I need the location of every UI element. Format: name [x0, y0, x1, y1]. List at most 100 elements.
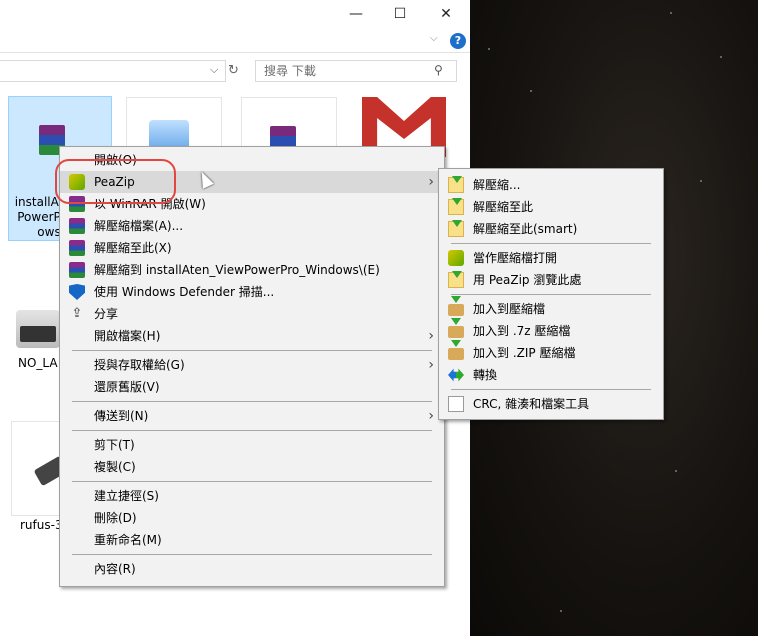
chevron-right-icon: › — [428, 328, 434, 344]
menu-item-label: 複製(C) — [94, 460, 136, 474]
menu-item-a-3[interactable]: 解壓縮檔案(A)... — [60, 215, 444, 237]
star-speck — [670, 12, 672, 14]
menu-item-r-22[interactable]: 內容(R) — [60, 558, 444, 580]
menu-item-h-8[interactable]: 開啟檔案(H) › — [60, 325, 444, 347]
menu-item-label: 剪下(T) — [94, 438, 135, 452]
menu-item-label: 加入到 .ZIP 壓縮檔 — [473, 346, 576, 360]
menu-item-item-10[interactable]: 轉換 — [439, 364, 663, 386]
menu-item-label: 刪除(D) — [94, 511, 137, 525]
ribbon-divider — [0, 52, 470, 53]
menu-item-x-4[interactable]: 解壓縮至此(X) — [60, 237, 444, 259]
peazip-submenu: 解壓縮... 解壓縮至此解壓縮至此(smart) 當作壓縮檔打開用 PeaZip 瀏… — [438, 168, 664, 420]
menu-item-c-16[interactable]: 複製(C) — [60, 456, 444, 478]
menu-item-label: 還原舊版(V) — [94, 380, 160, 394]
menu-item-item-0[interactable]: 解壓縮... — [439, 174, 663, 196]
minimize-button[interactable]: — — [341, 2, 371, 26]
menu-item-label: 傳送到(N) — [94, 409, 149, 423]
menu-item-label: 使用 Windows Defender 掃描... — [94, 285, 275, 299]
menu-item-item-4[interactable]: 當作壓縮檔打開 — [439, 247, 663, 269]
menu-item-t-15[interactable]: 剪下(T) — [60, 434, 444, 456]
chevron-right-icon: › — [428, 357, 434, 373]
menu-item-item-7[interactable]: 加入到壓縮檔 — [439, 296, 663, 320]
menu-item-label: 解壓縮檔案(A)... — [94, 219, 184, 233]
menu-item-g-10[interactable]: 授與存取權給(G) › — [60, 354, 444, 376]
menu-item-label: 解壓縮至此(smart) — [473, 222, 578, 236]
menu-separator — [451, 389, 651, 390]
file-label-rufus[interactable]: rufus-3 — [20, 518, 63, 532]
menu-item-label: 內容(R) — [94, 562, 136, 576]
address-bar[interactable] — [0, 60, 226, 82]
menu-item-label: 解壓縮到 installAten_ViewPowerPro_Windows\(E… — [94, 263, 380, 277]
extract-icon — [448, 176, 464, 193]
highlight-annotation-circle — [55, 159, 176, 204]
winrar-icon — [69, 262, 85, 278]
menu-item-label: 解壓縮至此 — [473, 200, 534, 214]
menu-item-m-20[interactable]: 重新命名(M) — [60, 529, 444, 551]
menu-item-d-19[interactable]: 刪除(D) — [60, 507, 444, 529]
tools-icon — [448, 396, 464, 412]
menu-item-label: 解壓縮至此(X) — [94, 241, 172, 255]
menu-item-s-18[interactable]: 建立捷徑(S) — [60, 485, 444, 507]
chevron-right-icon: › — [428, 174, 434, 190]
menu-item-v-11[interactable]: 還原舊版(V) — [60, 376, 444, 398]
menu-item-label: CRC, 雜湊和檔案工具 — [473, 397, 590, 411]
star-speck — [530, 90, 532, 92]
menu-item-label: 建立捷徑(S) — [94, 489, 159, 503]
add-archive-icon — [448, 296, 464, 316]
menu-separator — [72, 350, 432, 351]
search-icon[interactable]: ⚲ — [434, 63, 443, 77]
drive-icon[interactable] — [16, 310, 60, 348]
winrar-icon — [69, 218, 85, 234]
windows-defender-icon — [69, 284, 85, 300]
menu-item-label: 轉換 — [473, 368, 498, 382]
menu-item-crc-12[interactable]: CRC, 雜湊和檔案工具 — [439, 393, 663, 415]
menu-item-label: 用 PeaZip 瀏覽此處 — [473, 273, 582, 287]
menu-item-peazip-5[interactable]: 用 PeaZip 瀏覽此處 — [439, 269, 663, 291]
menu-item-label: 加入到 .7z 壓縮檔 — [473, 324, 571, 338]
refresh-button[interactable]: ↻ — [228, 60, 244, 82]
search-input[interactable]: 搜尋 下載 — [255, 60, 457, 82]
star-speck — [560, 610, 562, 612]
help-icon[interactable]: ? — [450, 33, 466, 49]
menu-item-item-1[interactable]: 解壓縮至此 — [439, 196, 663, 218]
menu-item-label: 當作壓縮檔打開 — [473, 251, 558, 265]
menu-item-installaten-viewpowerpro-windows-e-5[interactable]: 解壓縮到 installAten_ViewPowerPro_Windows\(E… — [60, 259, 444, 281]
menu-separator — [72, 554, 432, 555]
context-menu: 開啟(O) PeaZip › 以 WinRAR 開啟(W) 解壓縮檔案(A)... 解壓縮… — [59, 146, 445, 587]
menu-item-label: 解壓縮... — [473, 178, 521, 192]
peazip-icon — [448, 250, 464, 266]
star-speck — [720, 56, 722, 58]
menu-item-label: 重新命名(M) — [94, 533, 162, 547]
menu-item-7z-8[interactable]: 加入到 .7z 壓縮檔 — [439, 318, 663, 342]
menu-item-label: 授與存取權給(G) — [94, 358, 185, 372]
menu-item-label: 加入到壓縮檔 — [473, 302, 546, 316]
winrar-icon — [69, 240, 85, 256]
add-archive-icon — [448, 340, 464, 360]
menu-item-windows-defender-6[interactable]: 使用 Windows Defender 掃描... — [60, 281, 444, 303]
menu-item-item-7[interactable]: ⇪ 分享 — [60, 303, 444, 325]
menu-separator — [451, 294, 651, 295]
extract-icon — [448, 198, 464, 215]
star-speck — [488, 48, 490, 50]
menu-item-label: 開啟檔案(H) — [94, 329, 161, 343]
menu-item-smart-2[interactable]: 解壓縮至此(smart) — [439, 218, 663, 240]
drive-label[interactable]: NO_LA — [18, 356, 58, 370]
extract-icon — [448, 220, 464, 237]
menu-item-zip-9[interactable]: 加入到 .ZIP 壓縮檔 — [439, 340, 663, 364]
menu-item-n-13[interactable]: 傳送到(N) › — [60, 405, 444, 427]
add-archive-icon — [448, 318, 464, 338]
chevron-right-icon: › — [428, 408, 434, 424]
menu-separator — [72, 401, 432, 402]
maximize-button[interactable]: ☐ — [385, 2, 415, 26]
ribbon-expand-icon[interactable]: ⌵ — [430, 33, 438, 44]
menu-separator — [72, 481, 432, 482]
menu-separator — [72, 430, 432, 431]
close-button[interactable]: ✕ — [431, 2, 461, 26]
convert-icon — [448, 368, 464, 382]
star-speck — [675, 470, 677, 472]
menu-separator — [451, 243, 651, 244]
address-history-chevron-icon[interactable]: ⌵ — [210, 63, 218, 77]
extract-icon — [448, 271, 464, 288]
menu-item-label: 分享 — [94, 307, 119, 321]
share-icon: ⇪ — [71, 306, 83, 321]
